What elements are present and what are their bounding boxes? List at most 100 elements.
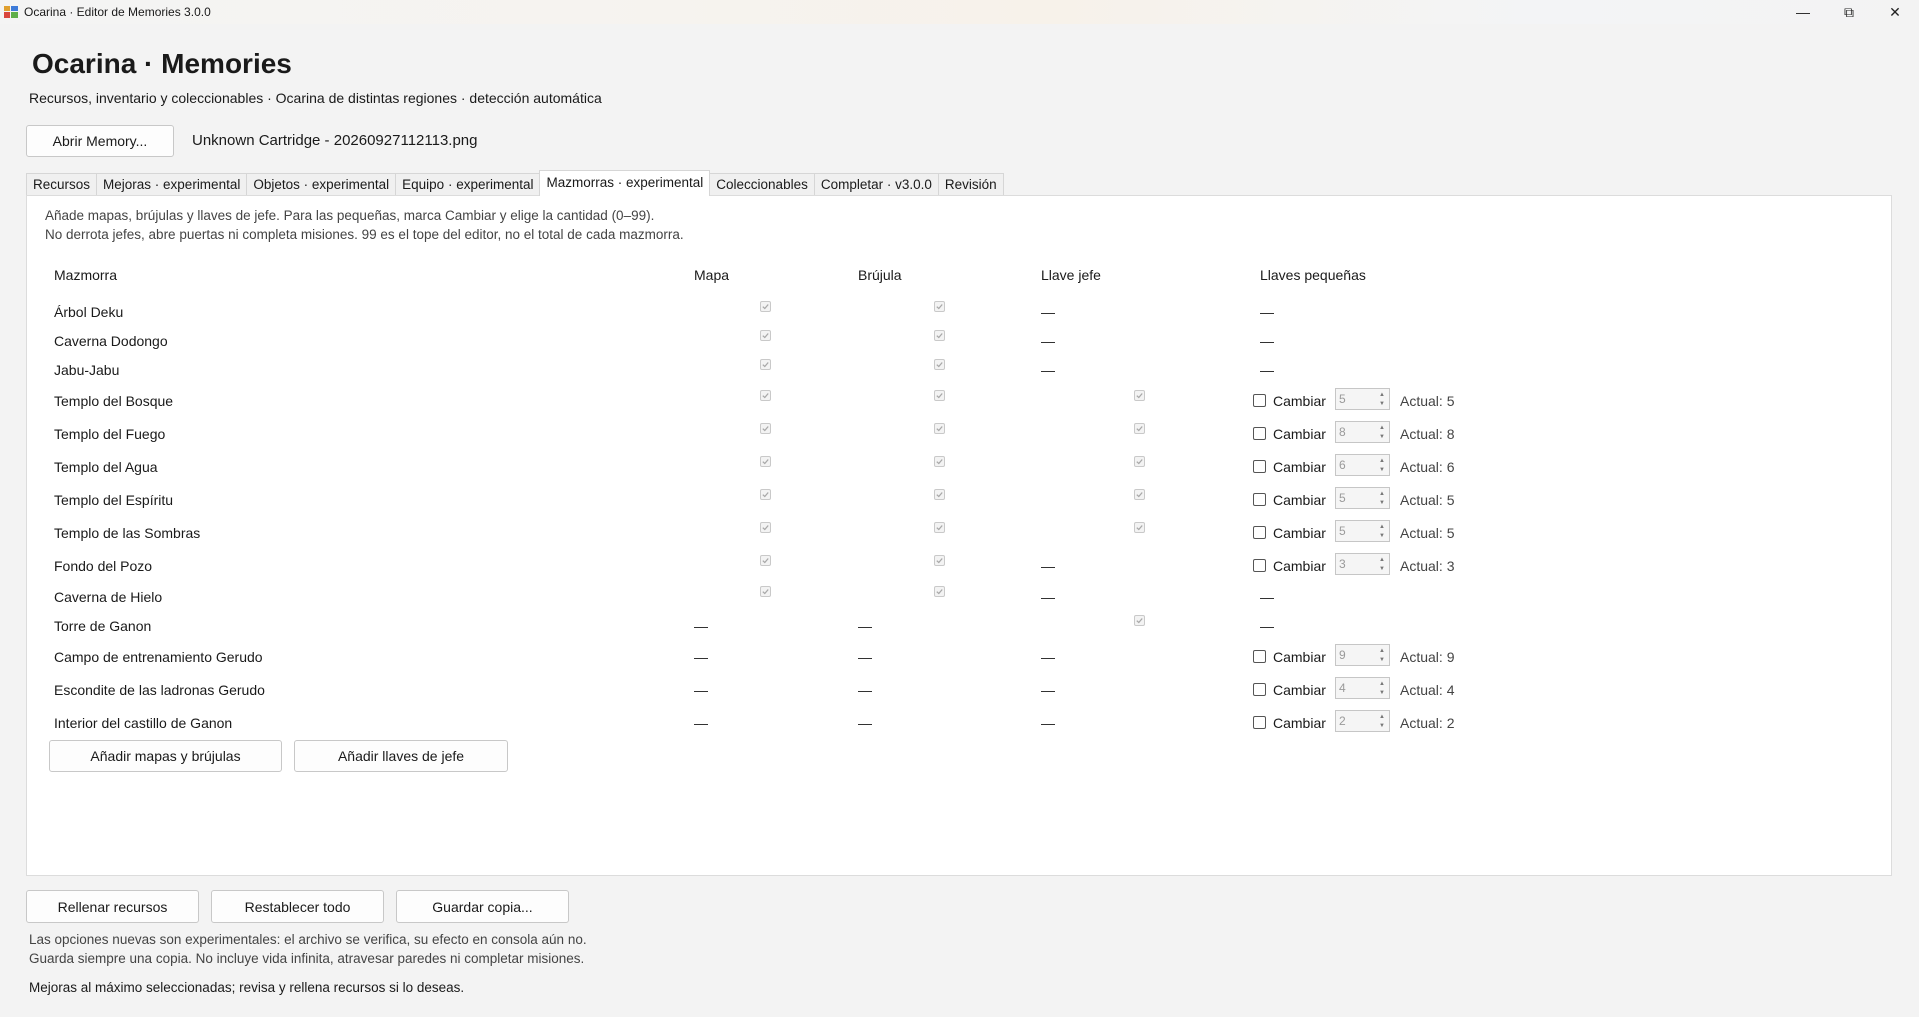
arrow-down-icon[interactable]: ▼ [1377,722,1387,730]
map-checkbox[interactable] [760,301,771,312]
change-label: Cambiar [1273,426,1326,442]
change-label: Cambiar [1273,492,1326,508]
change-label: Cambiar [1273,393,1326,409]
arrow-down-icon[interactable]: ▼ [1377,689,1387,697]
small-keys-stepper[interactable]: 8 ▲ ▼ [1335,421,1390,443]
fill-resources-button[interactable]: Rellenar recursos [26,890,199,923]
compass-checkbox[interactable] [934,390,945,401]
map-checkbox[interactable] [760,456,771,467]
open-memory-button[interactable]: Abrir Memory... [26,125,174,157]
maximize-button[interactable]: ⧉ [1826,0,1872,24]
boss-key-checkbox[interactable] [1134,456,1145,467]
minimize-button[interactable]: — [1780,0,1826,24]
boss-key-checkbox[interactable] [1134,423,1145,434]
small-keys-stepper[interactable]: 5 ▲ ▼ [1335,520,1390,542]
change-small-keys-checkbox[interactable] [1253,427,1266,440]
dungeon-name: Templo del Fuego [54,426,166,442]
check-icon [762,333,769,339]
small-keys-stepper[interactable]: 3 ▲ ▼ [1335,553,1390,575]
map-checkbox[interactable] [760,390,771,401]
compass-checkbox[interactable] [934,522,945,533]
footer-note: Guarda siempre una copia. No incluye vid… [29,951,585,966]
boss-key-checkbox[interactable] [1134,615,1145,626]
boss-key-checkbox[interactable] [1134,489,1145,500]
compass-checkbox[interactable] [934,555,945,566]
compass-checkbox[interactable] [934,301,945,312]
arrow-up-icon[interactable]: ▲ [1377,457,1387,465]
add-boss-keys-button[interactable]: Añadir llaves de jefe [294,740,508,772]
small-keys-stepper[interactable]: 5 ▲ ▼ [1335,388,1390,410]
map-checkbox[interactable] [760,330,771,341]
change-small-keys-checkbox[interactable] [1253,683,1266,696]
arrow-up-icon[interactable]: ▲ [1377,680,1387,688]
arrow-up-icon[interactable]: ▲ [1377,647,1387,655]
check-icon [762,362,769,368]
arrow-down-icon[interactable]: ▼ [1377,400,1387,408]
empty-cell-dash: — [1260,618,1274,634]
empty-cell-dash: — [858,682,872,698]
small-keys-actual: Actual: 5 [1400,492,1455,508]
tab-objetos[interactable]: Objetos · experimental [246,173,397,196]
map-checkbox[interactable] [760,423,771,434]
empty-cell-dash: — [1260,333,1274,349]
dungeon-name: Torre de Ganon [54,618,152,634]
small-keys-stepper[interactable]: 9 ▲ ▼ [1335,644,1390,666]
change-small-keys-checkbox[interactable] [1253,526,1266,539]
check-icon [936,362,943,368]
arrow-up-icon[interactable]: ▲ [1377,490,1387,498]
compass-checkbox[interactable] [934,489,945,500]
compass-checkbox[interactable] [934,359,945,370]
tab-mazmorras[interactable]: Mazmorras · experimental [539,170,711,196]
reset-all-button[interactable]: Restablecer todo [211,890,384,923]
map-checkbox[interactable] [760,522,771,533]
boss-key-checkbox[interactable] [1134,522,1145,533]
compass-checkbox[interactable] [934,456,945,467]
arrow-up-icon[interactable]: ▲ [1377,523,1387,531]
arrow-down-icon[interactable]: ▼ [1377,466,1387,474]
arrow-down-icon[interactable]: ▼ [1377,565,1387,573]
check-icon [762,459,769,465]
arrow-up-icon[interactable]: ▲ [1377,556,1387,564]
compass-checkbox[interactable] [934,423,945,434]
arrow-down-icon[interactable]: ▼ [1377,499,1387,507]
change-small-keys-checkbox[interactable] [1253,650,1266,663]
tab-revision[interactable]: Revisión [937,173,1004,196]
tab-equipo[interactable]: Equipo · experimental [395,173,541,196]
tab-completar[interactable]: Completar · v3.0.0 [813,173,939,196]
compass-checkbox[interactable] [934,586,945,597]
map-checkbox[interactable] [760,555,771,566]
arrow-down-icon[interactable]: ▼ [1377,656,1387,664]
check-icon [762,492,769,498]
app-title: Ocarina · Memories [32,48,292,79]
map-checkbox[interactable] [760,489,771,500]
tab-mejoras[interactable]: Mejoras · experimental [96,173,248,196]
small-keys-stepper[interactable]: 5 ▲ ▼ [1335,487,1390,509]
change-small-keys-checkbox[interactable] [1253,493,1266,506]
arrow-down-icon[interactable]: ▼ [1377,433,1387,441]
small-keys-value: 5 [1339,524,1346,538]
compass-checkbox[interactable] [934,330,945,341]
change-small-keys-checkbox[interactable] [1253,394,1266,407]
arrow-down-icon[interactable]: ▼ [1377,532,1387,540]
map-checkbox[interactable] [760,586,771,597]
small-keys-stepper[interactable]: 4 ▲ ▼ [1335,677,1390,699]
change-small-keys-checkbox[interactable] [1253,460,1266,473]
map-checkbox[interactable] [760,359,771,370]
boss-key-checkbox[interactable] [1134,390,1145,401]
change-small-keys-checkbox[interactable] [1253,716,1266,729]
small-keys-value: 6 [1339,458,1346,472]
arrow-up-icon[interactable]: ▲ [1377,424,1387,432]
change-small-keys-checkbox[interactable] [1253,559,1266,572]
small-keys-stepper[interactable]: 2 ▲ ▼ [1335,710,1390,732]
tab-recursos[interactable]: Recursos [26,173,98,196]
status-message: Mejoras al máximo seleccionadas; revisa … [29,980,465,995]
tab-coleccionables[interactable]: Coleccionables [709,173,815,196]
add-maps-compasses-button[interactable]: Añadir mapas y brújulas [49,740,282,772]
arrow-up-icon[interactable]: ▲ [1377,391,1387,399]
close-button[interactable]: ✕ [1872,0,1918,24]
panel-hint: Añade mapas, brújulas y llaves de jefe. … [45,208,655,223]
change-label: Cambiar [1273,649,1326,665]
save-copy-button[interactable]: Guardar copia... [396,890,569,923]
arrow-up-icon[interactable]: ▲ [1377,713,1387,721]
small-keys-stepper[interactable]: 6 ▲ ▼ [1335,454,1390,476]
